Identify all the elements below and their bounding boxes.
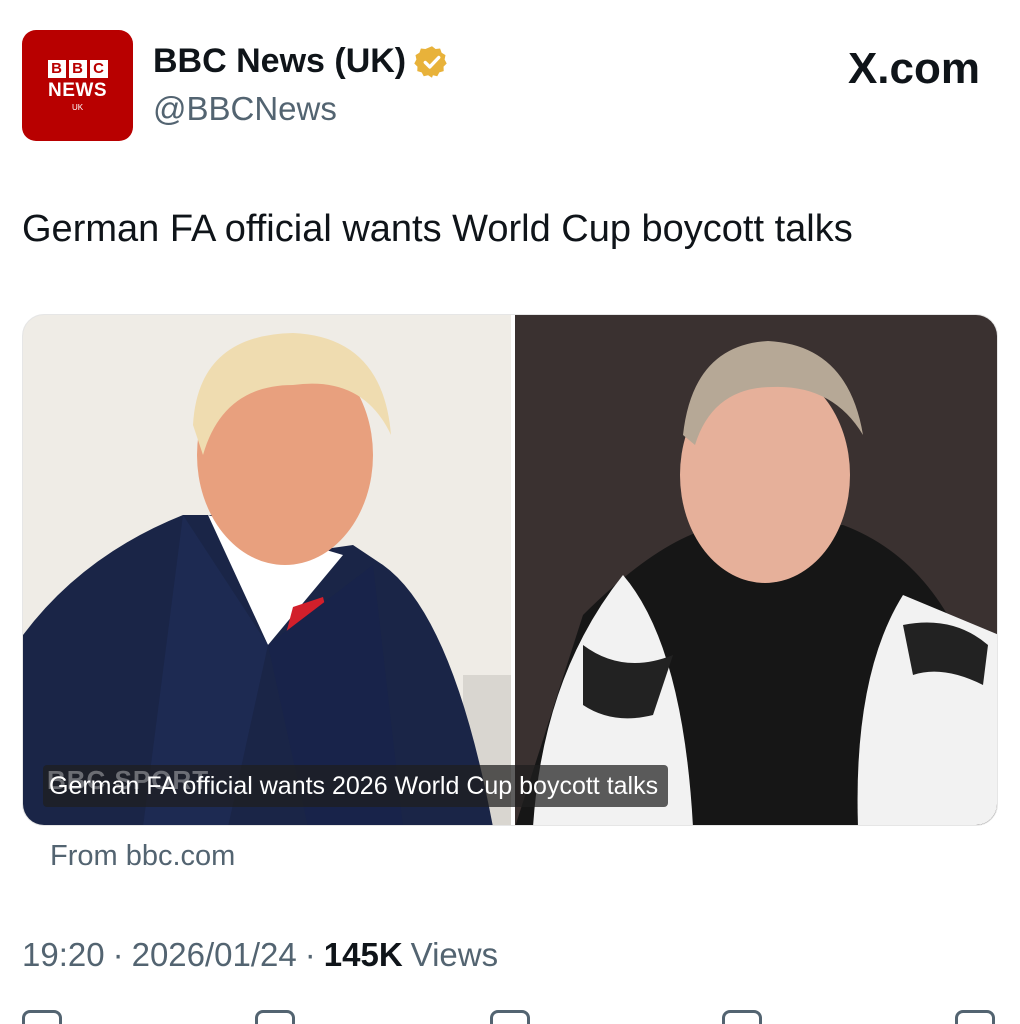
bbc-letter: C: [89, 59, 108, 78]
account-handle[interactable]: @BBCNews: [153, 90, 337, 128]
bbc-letter: B: [68, 59, 87, 78]
tweet-time[interactable]: 19:20: [22, 936, 105, 974]
card-image: [23, 315, 997, 825]
display-name[interactable]: BBC News (UK): [153, 42, 406, 81]
views-count: 145K: [323, 936, 403, 973]
tweet-date[interactable]: 2026/01/24: [132, 936, 297, 974]
bbc-logo-blocks: B B C: [47, 59, 108, 78]
reply-icon[interactable]: [22, 1010, 62, 1024]
tweet-action-bar: [0, 1010, 1020, 1024]
like-icon[interactable]: [490, 1010, 530, 1024]
bookmark-icon[interactable]: [722, 1010, 762, 1024]
avatar-news-label: NEWS: [48, 79, 107, 101]
meta-separator: ·: [112, 936, 124, 973]
share-icon[interactable]: [955, 1010, 995, 1024]
link-preview-card[interactable]: BBC SPORT German FA official wants 2026 …: [22, 314, 998, 826]
tweet-page: B B C NEWS UK BBC News (UK) @BBCNews X.c…: [0, 0, 1020, 1024]
bbc-news-avatar[interactable]: B B C NEWS UK: [22, 30, 133, 141]
account-name-row[interactable]: BBC News (UK): [153, 42, 450, 81]
x-com-logo: X.com: [847, 44, 980, 93]
verified-badge-icon[interactable]: [414, 44, 450, 80]
retweet-icon[interactable]: [255, 1010, 295, 1024]
tweet-meta: 19:20 · 2026/01/24 · 145K Views: [22, 936, 498, 974]
bbc-letter: B: [47, 59, 66, 78]
meta-separator: ·: [304, 936, 316, 973]
views-label: Views: [410, 936, 499, 973]
card-source[interactable]: From bbc.com: [50, 840, 235, 873]
card-caption-overlay: BBC SPORT German FA official wants 2026 …: [43, 765, 669, 807]
avatar-region-label: UK: [71, 102, 84, 112]
tweet-text: German FA official wants World Cup boyco…: [22, 208, 853, 250]
card-caption: German FA official wants 2026 World Cup …: [49, 771, 659, 800]
